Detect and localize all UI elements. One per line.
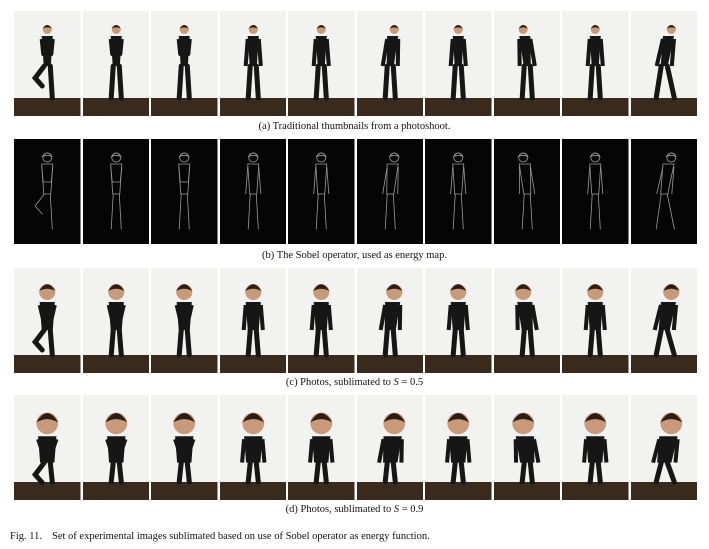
row-c-frame-8 bbox=[493, 268, 560, 373]
row-c-frame-6 bbox=[356, 268, 423, 373]
row-c-caption-prefix: (c) Photos, sublimated to bbox=[285, 377, 394, 388]
row-a-frame-3 bbox=[151, 11, 218, 116]
row-c-sublimated-strip bbox=[14, 268, 697, 373]
row-c-frame-10 bbox=[630, 268, 697, 373]
row-c-frame-3 bbox=[151, 268, 218, 373]
row-a-frame-5 bbox=[288, 11, 355, 116]
row-a-frame-1 bbox=[14, 11, 81, 116]
row-c-frame-1 bbox=[14, 268, 81, 373]
row-b-frame-3 bbox=[151, 139, 218, 244]
row-b-frame-5 bbox=[288, 139, 355, 244]
row-b-frame-10 bbox=[630, 139, 697, 244]
row-a-thumbnail-strip bbox=[14, 11, 697, 116]
row-d-caption: (d) Photos, sublimated to S = 0.9 bbox=[0, 504, 709, 516]
row-b-frame-4 bbox=[219, 139, 286, 244]
row-b-sobel-strip bbox=[14, 139, 697, 244]
row-d-frame-5 bbox=[288, 395, 355, 500]
row-c-caption: (c) Photos, sublimated to S = 0.5 bbox=[0, 377, 709, 389]
row-c-caption-suffix: = 0.5 bbox=[398, 377, 424, 388]
row-b-frame-9 bbox=[562, 139, 629, 244]
row-a-frame-2 bbox=[82, 11, 149, 116]
row-d-frame-2 bbox=[82, 395, 149, 500]
row-b-frame-1 bbox=[14, 139, 81, 244]
row-a-frame-8 bbox=[493, 11, 560, 116]
row-d-caption-prefix: (d) Photos, sublimated to bbox=[285, 504, 394, 515]
row-c-frame-5 bbox=[288, 268, 355, 373]
row-d-frame-7 bbox=[425, 395, 492, 500]
figure-caption: Fig. 11. Set of experimental images subli… bbox=[10, 531, 430, 543]
row-d-frame-8 bbox=[493, 395, 560, 500]
row-a-frame-6 bbox=[356, 11, 423, 116]
row-c-frame-4 bbox=[219, 268, 286, 373]
row-d-frame-4 bbox=[219, 395, 286, 500]
row-b-caption: (b) The Sobel operator, used as energy m… bbox=[262, 250, 447, 261]
row-d-frame-1 bbox=[14, 395, 81, 500]
row-a-frame-4 bbox=[219, 11, 286, 116]
row-b-frame-7 bbox=[425, 139, 492, 244]
row-b-frame-6 bbox=[356, 139, 423, 244]
row-d-frame-9 bbox=[562, 395, 629, 500]
row-b-frame-8 bbox=[493, 139, 560, 244]
row-c-frame-7 bbox=[425, 268, 492, 373]
row-d-frame-3 bbox=[151, 395, 218, 500]
row-d-sublimated-strip bbox=[14, 395, 697, 500]
row-d-frame-6 bbox=[356, 395, 423, 500]
row-a-caption: (a) Traditional thumbnails from a photos… bbox=[258, 121, 451, 132]
row-a-frame-7 bbox=[425, 11, 492, 116]
row-d-frame-10 bbox=[630, 395, 697, 500]
row-c-frame-2 bbox=[82, 268, 149, 373]
row-a-frame-10 bbox=[630, 11, 697, 116]
figure-label: Fig. 11. bbox=[10, 531, 42, 542]
row-c-frame-9 bbox=[562, 268, 629, 373]
row-d-caption-suffix: = 0.9 bbox=[399, 504, 424, 515]
row-a-frame-9 bbox=[562, 11, 629, 116]
figure-caption-text: Set of experimental images sublimated ba… bbox=[52, 531, 430, 542]
row-b-frame-2 bbox=[82, 139, 149, 244]
